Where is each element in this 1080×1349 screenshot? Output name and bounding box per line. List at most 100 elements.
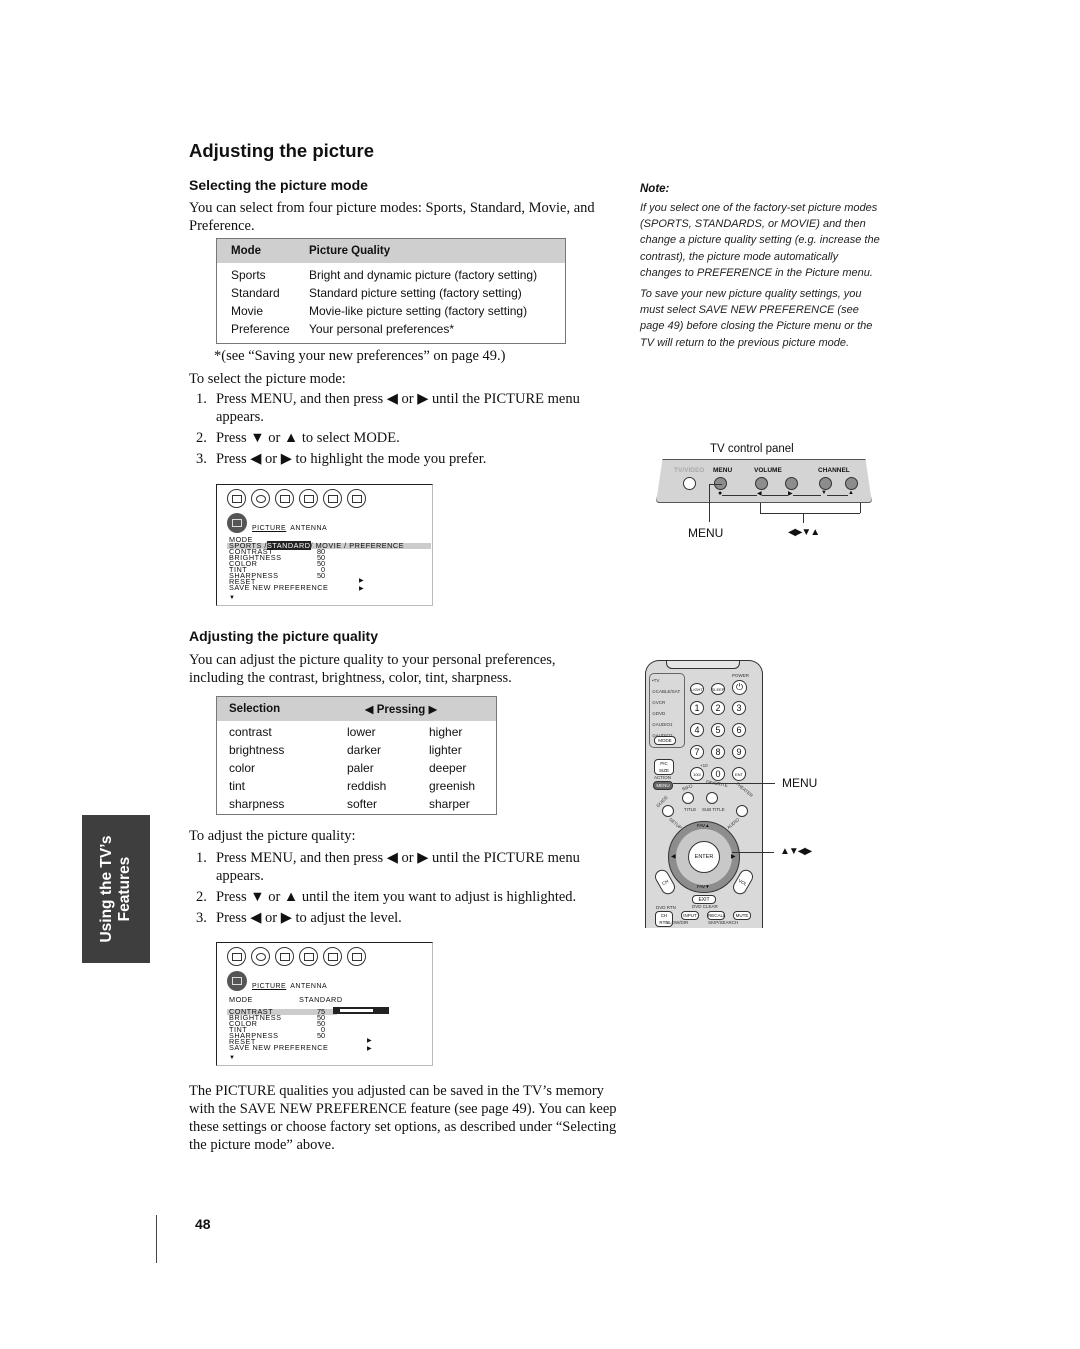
down-arrow-icon: ▼ bbox=[821, 490, 827, 496]
channel-up-button[interactable] bbox=[845, 477, 858, 490]
note-box: Note: If you select one of the factory-s… bbox=[640, 183, 880, 351]
table-row: color paler deeper bbox=[229, 761, 467, 775]
step-item: 3. Press ◀ or ▶ to highlight the mode you… bbox=[196, 451, 487, 467]
contrast-slider[interactable] bbox=[333, 1007, 389, 1014]
step-item: 3. Press ◀ or ▶ to adjust the level. bbox=[196, 910, 402, 926]
fav-up-button[interactable]: FAV▲ bbox=[697, 823, 710, 828]
table-row: contrast lower higher bbox=[229, 725, 463, 739]
picture-mode-intro: You can select from four picture modes: … bbox=[189, 200, 595, 234]
table-header: Mode Picture Quality bbox=[217, 239, 565, 263]
note-paragraph: If you select one of the factory-set pic… bbox=[640, 202, 880, 279]
left-arrow-icon: ◀ bbox=[757, 490, 762, 497]
fav-down-button[interactable]: FAV▼ bbox=[697, 884, 710, 889]
osd-menu-icons bbox=[227, 489, 366, 508]
remote-callout-menu: MENU bbox=[782, 776, 818, 790]
digit-2-button[interactable]: 2 bbox=[711, 701, 725, 715]
table-row: Movie Movie-like picture setting (factory… bbox=[231, 304, 528, 318]
volume-up-button[interactable] bbox=[785, 477, 798, 490]
100-button[interactable]: 100/ bbox=[690, 767, 704, 781]
table-row: Preference Your personal preferences* bbox=[231, 322, 454, 336]
lock-menu-icon bbox=[347, 489, 366, 508]
lock-menu-icon bbox=[347, 947, 366, 966]
digit-5-button[interactable]: 5 bbox=[711, 723, 725, 737]
guide-button[interactable] bbox=[662, 805, 674, 817]
arrow-right-icon: ▶ bbox=[359, 578, 364, 584]
audio-menu-icon bbox=[251, 489, 270, 508]
favorite-button[interactable] bbox=[706, 792, 718, 804]
header-mode: Mode bbox=[231, 245, 262, 257]
digit-9-button[interactable]: 9 bbox=[732, 745, 746, 759]
arrow-right-icon: ▶ bbox=[367, 1046, 372, 1052]
channel-down-button[interactable] bbox=[819, 477, 832, 490]
mute-button[interactable]: MUTE bbox=[733, 911, 751, 920]
arrow-down-icon: ▼ bbox=[229, 595, 235, 601]
osd-tabs: PICTURE ANTENNA bbox=[252, 983, 328, 990]
callout-arrows-label: ◀▶▼▲ bbox=[788, 527, 820, 538]
ent-button[interactable]: ENT bbox=[732, 767, 746, 781]
table-header: Selection ◀ Pressing ▶ bbox=[217, 697, 496, 721]
clock-menu-icon bbox=[299, 489, 318, 508]
chapter-side-tab: Using the TV’s Features bbox=[82, 815, 150, 963]
digit-8-button[interactable]: 8 bbox=[711, 745, 725, 759]
theater-button[interactable] bbox=[736, 805, 748, 817]
selected-picture-icon bbox=[227, 971, 247, 991]
picture-quality-table: Selection ◀ Pressing ▶ contrast lower high… bbox=[216, 696, 497, 815]
sleep-button[interactable]: SLEEP bbox=[711, 683, 725, 695]
input-button[interactable]: INPUT bbox=[681, 911, 699, 920]
page-number: 48 bbox=[195, 1216, 211, 1232]
section-heading-picture-mode: Selecting the picture mode bbox=[189, 177, 368, 193]
setup-menu-icon bbox=[323, 947, 342, 966]
section-heading-picture-quality: Adjusting the picture quality bbox=[189, 628, 379, 644]
step-item: 1. Press MENU, and then press ◀ or ▶ unti… bbox=[196, 850, 580, 884]
clock-menu-icon bbox=[299, 947, 318, 966]
table-row: Sports Bright and dynamic picture (factor… bbox=[231, 268, 538, 282]
step-item: 2. Press ▼ or ▲ to select MODE. bbox=[196, 430, 400, 446]
picture-mode-table: Mode Picture Quality Sports Bright and dy… bbox=[216, 238, 566, 344]
closing-paragraph: The PICTURE qualities you adjusted can b… bbox=[189, 1083, 617, 1153]
control-panel-caption: TV control panel bbox=[710, 443, 794, 455]
volume-down-button[interactable] bbox=[755, 477, 768, 490]
picture-quality-intro: You can adjust the picture quality to yo… bbox=[189, 652, 556, 686]
table-row: tint reddish greenish bbox=[229, 779, 476, 793]
step-item: 2. Press ▼ or ▲ until the item you want t… bbox=[196, 889, 577, 905]
audio-menu-icon bbox=[251, 947, 270, 966]
digit-3-button[interactable]: 3 bbox=[732, 701, 746, 715]
arrow-right-icon: ▶ bbox=[359, 586, 364, 592]
dpad-right-button[interactable]: ▶ bbox=[731, 853, 736, 860]
digit-6-button[interactable]: 6 bbox=[732, 723, 746, 737]
note-paragraph: To save your new picture quality setting… bbox=[640, 288, 873, 349]
steps-list-mode: 1. Press MENU, and then press ◀ or ▶ unti… bbox=[196, 390, 616, 468]
table-row: sharpness softer sharper bbox=[229, 797, 470, 811]
digit-4-button[interactable]: 4 bbox=[690, 723, 704, 737]
digit-1-button[interactable]: 1 bbox=[690, 701, 704, 715]
mode-button[interactable]: MODE bbox=[654, 736, 676, 745]
digit-0-button[interactable]: 0 bbox=[711, 767, 725, 781]
enter-button[interactable]: ENTER bbox=[688, 841, 720, 873]
picture-menu-icon bbox=[227, 489, 246, 508]
power-button[interactable]: ⏻ bbox=[732, 680, 747, 695]
note-title: Note: bbox=[640, 183, 670, 195]
exit-button[interactable]: EXIT bbox=[692, 895, 716, 904]
info-button[interactable] bbox=[682, 792, 694, 804]
steps-intro-mode: To select the picture mode: bbox=[189, 371, 346, 387]
camera-menu-icon bbox=[275, 947, 294, 966]
tv-video-button[interactable] bbox=[683, 477, 696, 490]
picture-menu-icon bbox=[227, 947, 246, 966]
selected-picture-icon bbox=[227, 513, 247, 533]
arrow-right-icon: ▶ bbox=[367, 1038, 372, 1044]
osd-picture-quality-screen: PICTURE ANTENNA MODE STANDARD CONTRAST 75 … bbox=[216, 942, 433, 1066]
page-title: Adjusting the picture bbox=[189, 140, 374, 161]
dpad-left-button[interactable]: ◀ bbox=[671, 853, 676, 860]
remote-callout-arrows: ▲▼◀▶ bbox=[780, 846, 812, 857]
table-row: Standard Standard picture setting (factor… bbox=[231, 286, 522, 300]
panel-indicator-line bbox=[720, 495, 854, 496]
remote-menu-button[interactable]: MENU bbox=[653, 781, 673, 790]
digit-7-button[interactable]: 7 bbox=[690, 745, 704, 759]
pic-size-button[interactable]: PIC SIZE bbox=[654, 759, 674, 775]
recall-button[interactable]: RECALL bbox=[707, 911, 726, 920]
steps-list-quality: 1. Press MENU, and then press ◀ or ▶ unti… bbox=[196, 849, 616, 927]
light-button[interactable]: LIGHT bbox=[690, 683, 704, 695]
osd-picture-mode-screen: PICTURE ANTENNA MODE SPORTS /STANDARD/ MO… bbox=[216, 484, 433, 606]
right-arrow-icon: ▶ bbox=[788, 490, 793, 497]
footnote: *(see “Saving your new preferences” on p… bbox=[214, 348, 506, 364]
